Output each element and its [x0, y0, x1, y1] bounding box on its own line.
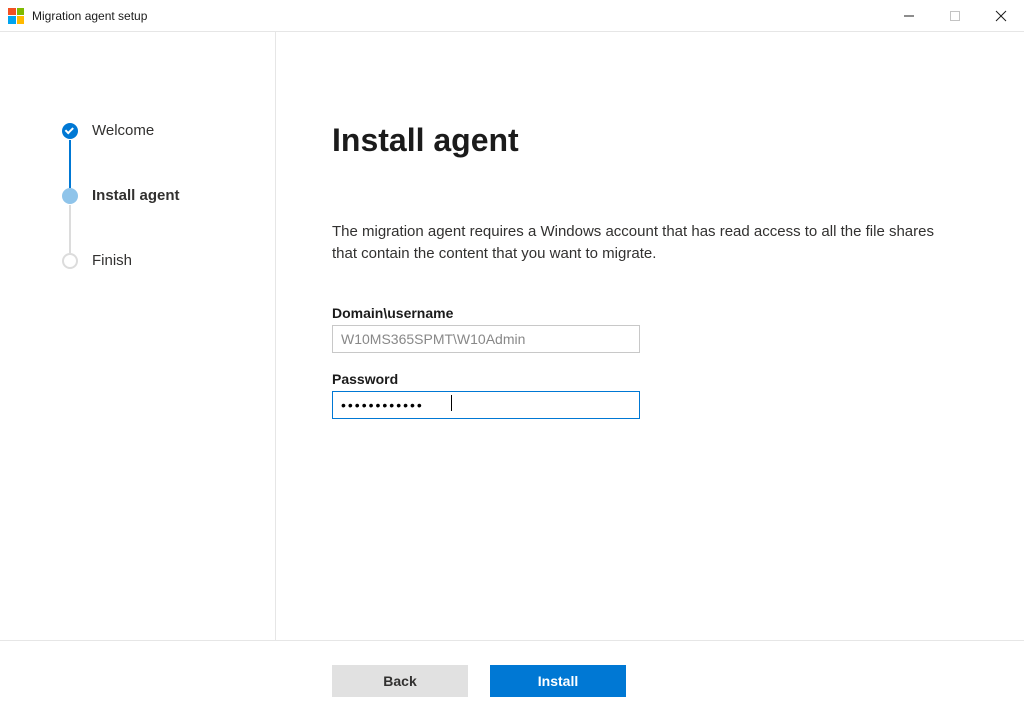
- step-label: Install agent: [92, 187, 180, 204]
- footer: Back Install: [0, 640, 1024, 720]
- password-input[interactable]: [332, 391, 640, 419]
- maximize-icon: [950, 11, 960, 21]
- username-input[interactable]: [332, 325, 640, 353]
- close-button[interactable]: [978, 0, 1024, 31]
- step-connector: [69, 205, 71, 253]
- wizard-steps: Welcome Install agent Finish: [62, 122, 275, 269]
- step-label: Finish: [92, 252, 132, 269]
- microsoft-logo-icon: [8, 8, 24, 24]
- dot-icon: [62, 188, 78, 204]
- circle-icon: [62, 253, 78, 269]
- page-heading: Install agent: [332, 122, 964, 159]
- field-username: Domain\username: [332, 305, 964, 353]
- content-area: Install agent The migration agent requir…: [276, 32, 1024, 640]
- step-finish[interactable]: Finish: [62, 252, 275, 269]
- close-icon: [995, 10, 1007, 22]
- install-button[interactable]: Install: [490, 665, 626, 697]
- text-caret: [451, 395, 452, 411]
- window-title: Migration agent setup: [32, 9, 886, 23]
- field-password: Password: [332, 371, 964, 419]
- step-welcome[interactable]: Welcome: [62, 122, 275, 139]
- step-connector: [69, 140, 71, 188]
- minimize-icon: [904, 11, 914, 21]
- wizard-sidebar: Welcome Install agent Finish: [0, 32, 276, 640]
- window-controls: [886, 0, 1024, 31]
- page-description: The migration agent requires a Windows a…: [332, 221, 952, 265]
- step-install-agent[interactable]: Install agent: [62, 187, 275, 204]
- maximize-button[interactable]: [932, 0, 978, 31]
- minimize-button[interactable]: [886, 0, 932, 31]
- back-button[interactable]: Back: [332, 665, 468, 697]
- main-area: Welcome Install agent Finish Install age…: [0, 32, 1024, 640]
- check-icon: [62, 123, 78, 139]
- titlebar: Migration agent setup: [0, 0, 1024, 32]
- step-label: Welcome: [92, 122, 154, 139]
- password-label: Password: [332, 371, 964, 387]
- username-label: Domain\username: [332, 305, 964, 321]
